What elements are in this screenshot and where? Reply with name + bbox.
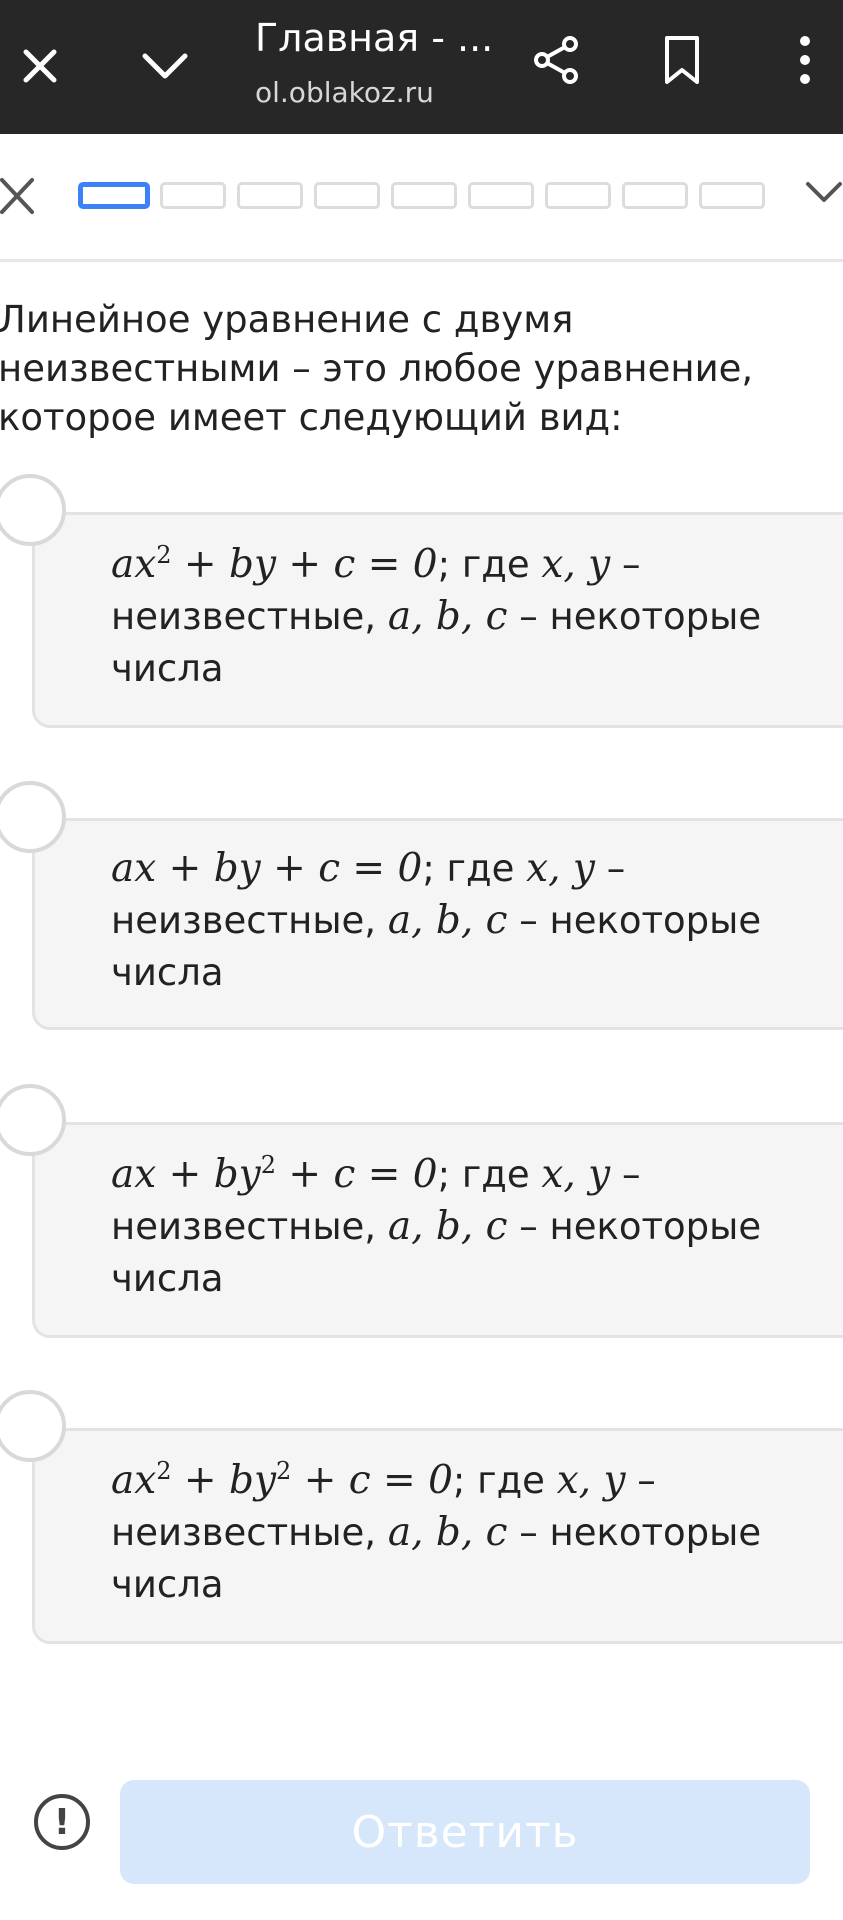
- submit-button[interactable]: Ответить: [120, 1780, 810, 1884]
- option-card[interactable]: ax2 + by + c = 0; где x, y – неизвестные…: [32, 512, 843, 728]
- option-card[interactable]: ax + by2 + c = 0; где x, y – неизвестные…: [32, 1122, 843, 1338]
- bookmark-icon[interactable]: [652, 30, 712, 90]
- chevron-down-icon[interactable]: [130, 36, 200, 96]
- chevron-down-icon[interactable]: [805, 180, 843, 214]
- option-formula: ax2 + by2 + c = 0: [111, 1457, 453, 1503]
- progress-step[interactable]: [699, 182, 765, 209]
- progress-step[interactable]: [314, 182, 380, 209]
- progress-step[interactable]: [545, 182, 611, 209]
- browser-toolbar: Главная - ... ol.oblakoz.ru: [0, 0, 843, 134]
- progress-step[interactable]: [468, 182, 534, 209]
- option-text: ax2 + by2 + c = 0; где x, y – неизвестны…: [111, 1457, 762, 1606]
- close-icon[interactable]: [0, 176, 40, 216]
- progress-bar: [0, 168, 843, 228]
- page-title: Главная - ...: [255, 16, 494, 60]
- option-text: ax2 + by + c = 0; где x, y – неизвестные…: [111, 541, 762, 690]
- share-icon[interactable]: [526, 30, 586, 90]
- close-icon[interactable]: [10, 36, 70, 96]
- option-formula: ax2 + by + c = 0: [111, 541, 438, 587]
- progress-step[interactable]: [160, 182, 226, 209]
- option-card[interactable]: ax2 + by2 + c = 0; где x, y – неизвестны…: [32, 1428, 843, 1644]
- option-text: ax + by + c = 0; где x, y – неизвестные,…: [111, 846, 762, 994]
- progress-step[interactable]: [78, 182, 150, 209]
- more-vert-icon[interactable]: [780, 30, 830, 90]
- report-icon[interactable]: !: [34, 1794, 90, 1850]
- progress-step[interactable]: [237, 182, 303, 209]
- page-url[interactable]: ol.oblakoz.ru: [255, 76, 455, 109]
- progress-step[interactable]: [622, 182, 688, 209]
- option-formula: ax + by2 + c = 0: [111, 1151, 438, 1197]
- option-formula: ax + by + c = 0: [111, 846, 423, 891]
- option-text: ax + by2 + c = 0; где x, y – неизвестные…: [111, 1151, 762, 1300]
- footer-bar: ! Ответить: [0, 1770, 843, 1890]
- option-card[interactable]: ax + by + c = 0; где x, y – неизвестные,…: [32, 818, 843, 1030]
- progress-step[interactable]: [391, 182, 457, 209]
- divider: [0, 259, 843, 262]
- question-text: Линейное уравнение с двумя неизвестными …: [0, 298, 754, 439]
